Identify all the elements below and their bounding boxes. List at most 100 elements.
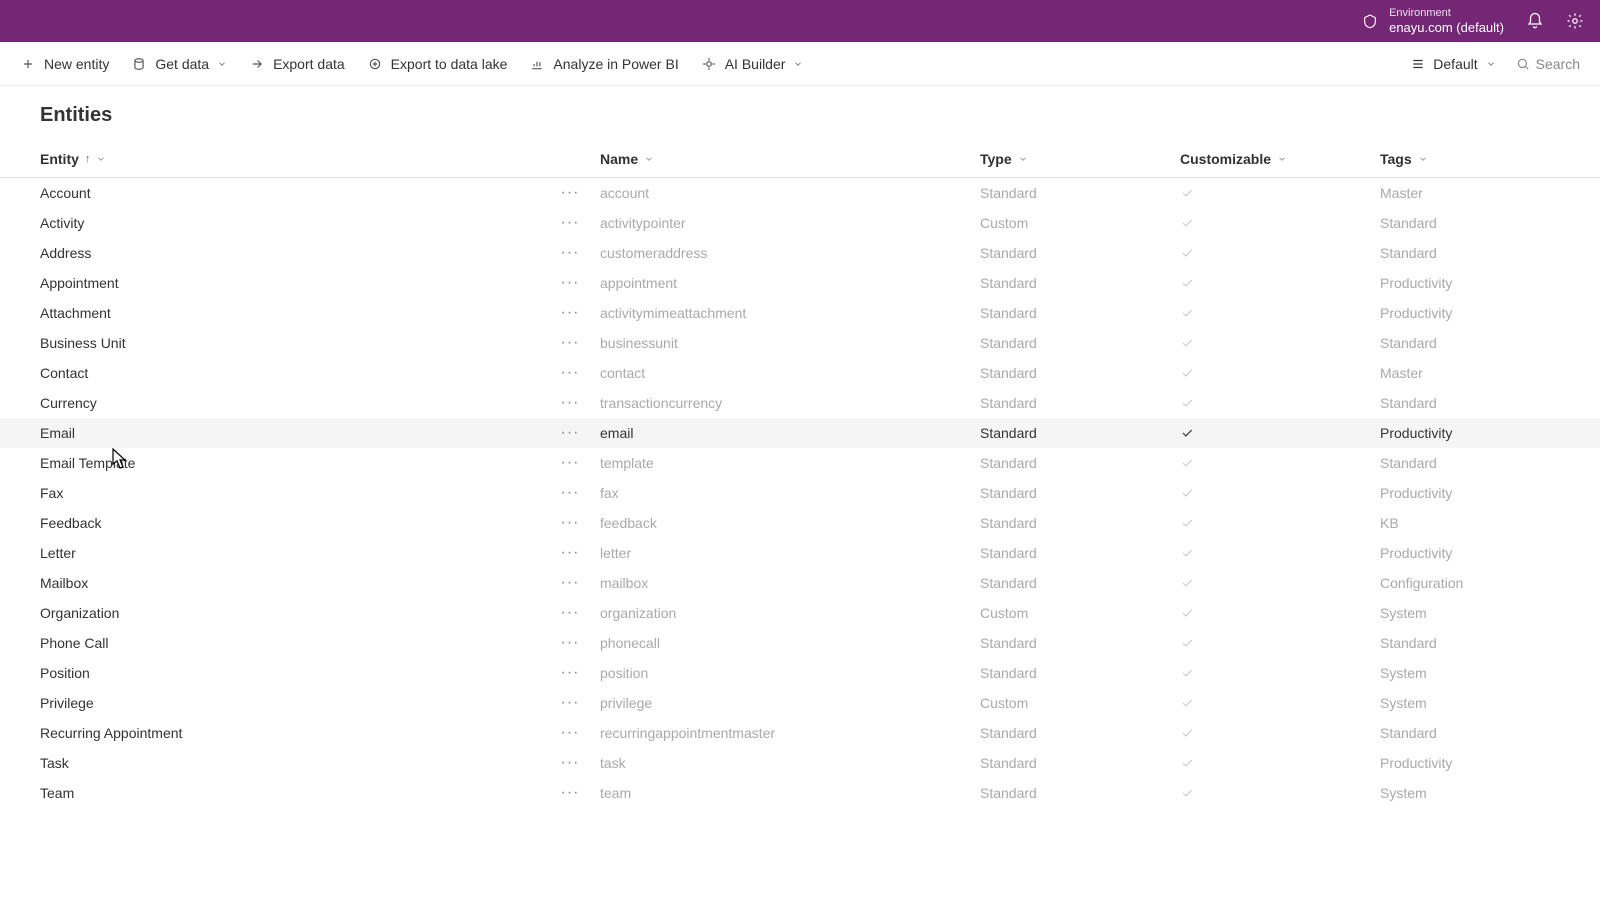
- entity-schema-name: activitypointer: [600, 215, 980, 231]
- table-row[interactable]: Organization···organizationCustomSystem: [0, 598, 1600, 628]
- entity-display-name: Recurring Appointment: [40, 725, 540, 741]
- entity-type: Standard: [980, 485, 1180, 501]
- table-row[interactable]: Position···positionStandardSystem: [0, 658, 1600, 688]
- entity-tags: System: [1380, 785, 1560, 801]
- entity-customizable: [1180, 696, 1380, 710]
- row-more-button[interactable]: ···: [540, 334, 600, 352]
- new-entity-button[interactable]: New entity: [20, 56, 109, 72]
- entity-tags: Standard: [1380, 215, 1560, 231]
- entity-display-name: Position: [40, 665, 540, 681]
- entity-customizable: [1180, 576, 1380, 590]
- get-data-button[interactable]: Get data: [131, 56, 227, 72]
- entity-schema-name: email: [600, 425, 980, 441]
- col-name-label: Name: [600, 151, 638, 167]
- analyze-powerbi-button[interactable]: Analyze in Power BI: [529, 56, 678, 72]
- table-row[interactable]: Fax···faxStandardProductivity: [0, 478, 1600, 508]
- row-more-button[interactable]: ···: [540, 394, 600, 412]
- col-name[interactable]: Name: [600, 151, 980, 167]
- entity-customizable: [1180, 396, 1380, 410]
- row-more-button[interactable]: ···: [540, 514, 600, 532]
- row-more-button[interactable]: ···: [540, 544, 600, 562]
- row-more-button[interactable]: ···: [540, 754, 600, 772]
- entity-customizable: [1180, 516, 1380, 530]
- entity-type: Custom: [980, 605, 1180, 621]
- ai-builder-button[interactable]: AI Builder: [701, 56, 804, 72]
- environment-switcher[interactable]: Environment enayu.com (default): [1361, 7, 1504, 36]
- analyze-label: Analyze in Power BI: [553, 56, 678, 72]
- entity-display-name: Attachment: [40, 305, 540, 321]
- entity-type: Standard: [980, 665, 1180, 681]
- entity-type: Standard: [980, 545, 1180, 561]
- row-more-button[interactable]: ···: [540, 484, 600, 502]
- entity-type: Standard: [980, 455, 1180, 471]
- row-more-button[interactable]: ···: [540, 634, 600, 652]
- check-icon: [1180, 576, 1194, 590]
- export-data-label: Export data: [273, 56, 345, 72]
- export-lake-label: Export to data lake: [391, 56, 508, 72]
- row-more-button[interactable]: ···: [540, 454, 600, 472]
- settings-icon[interactable]: [1566, 12, 1584, 30]
- chevron-down-icon: [217, 59, 227, 69]
- row-more-button[interactable]: ···: [540, 784, 600, 802]
- ai-icon: [701, 56, 717, 72]
- entity-customizable: [1180, 636, 1380, 650]
- entity-display-name: Team: [40, 785, 540, 801]
- table-row[interactable]: Activity···activitypointerCustomStandard: [0, 208, 1600, 238]
- col-entity[interactable]: Entity ↑: [40, 151, 540, 167]
- table-row[interactable]: Letter···letterStandardProductivity: [0, 538, 1600, 568]
- entity-schema-name: phonecall: [600, 635, 980, 651]
- entity-tags: Standard: [1380, 335, 1560, 351]
- row-more-button[interactable]: ···: [540, 694, 600, 712]
- entity-tags: Productivity: [1380, 755, 1560, 771]
- row-more-button[interactable]: ···: [540, 274, 600, 292]
- row-more-button[interactable]: ···: [540, 724, 600, 742]
- entity-type: Standard: [980, 185, 1180, 201]
- row-more-button[interactable]: ···: [540, 214, 600, 232]
- table-row[interactable]: Phone Call···phonecallStandardStandard: [0, 628, 1600, 658]
- entity-customizable: [1180, 666, 1380, 680]
- row-more-button[interactable]: ···: [540, 244, 600, 262]
- entity-customizable: [1180, 306, 1380, 320]
- col-tags[interactable]: Tags: [1380, 151, 1560, 167]
- row-more-button[interactable]: ···: [540, 424, 600, 442]
- entity-display-name: Organization: [40, 605, 540, 621]
- check-icon: [1180, 666, 1194, 680]
- row-more-button[interactable]: ···: [540, 604, 600, 622]
- export-lake-button[interactable]: Export to data lake: [367, 56, 508, 72]
- col-type[interactable]: Type: [980, 151, 1180, 167]
- export-data-button[interactable]: Export data: [249, 56, 345, 72]
- entity-display-name: Email Template: [40, 455, 540, 471]
- table-row[interactable]: Currency···transactioncurrencyStandardSt…: [0, 388, 1600, 418]
- table-row[interactable]: Team···teamStandardSystem: [0, 778, 1600, 808]
- table-row[interactable]: Mailbox···mailboxStandardConfiguration: [0, 568, 1600, 598]
- table-row[interactable]: Privilege···privilegeCustomSystem: [0, 688, 1600, 718]
- check-icon: [1180, 696, 1194, 710]
- entity-display-name: Mailbox: [40, 575, 540, 591]
- entity-type: Standard: [980, 575, 1180, 591]
- notifications-icon[interactable]: [1526, 12, 1544, 30]
- row-more-button[interactable]: ···: [540, 304, 600, 322]
- table-row[interactable]: Account···accountStandardMaster: [0, 178, 1600, 208]
- chevron-down-icon: [1277, 154, 1287, 164]
- row-more-button[interactable]: ···: [540, 574, 600, 592]
- row-more-button[interactable]: ···: [540, 364, 600, 382]
- entity-display-name: Phone Call: [40, 635, 540, 651]
- table-row[interactable]: Email···emailStandardProductivity: [0, 418, 1600, 448]
- entity-type: Custom: [980, 695, 1180, 711]
- table-row[interactable]: Task···taskStandardProductivity: [0, 748, 1600, 778]
- table-row[interactable]: Contact···contactStandardMaster: [0, 358, 1600, 388]
- table-row[interactable]: Address···customeraddressStandardStandar…: [0, 238, 1600, 268]
- table-row[interactable]: Appointment···appointmentStandardProduct…: [0, 268, 1600, 298]
- entity-display-name: Activity: [40, 215, 540, 231]
- table-row[interactable]: Email Template···templateStandardStandar…: [0, 448, 1600, 478]
- table-row[interactable]: Recurring Appointment···recurringappoint…: [0, 718, 1600, 748]
- search-input[interactable]: Search: [1516, 56, 1580, 72]
- table-row[interactable]: Business Unit···businessunitStandardStan…: [0, 328, 1600, 358]
- col-customizable[interactable]: Customizable: [1180, 151, 1380, 167]
- table-row[interactable]: Attachment···activitymimeattachmentStand…: [0, 298, 1600, 328]
- environment-icon: [1361, 12, 1379, 30]
- row-more-button[interactable]: ···: [540, 664, 600, 682]
- table-row[interactable]: Feedback···feedbackStandardKB: [0, 508, 1600, 538]
- row-more-button[interactable]: ···: [540, 184, 600, 202]
- view-selector[interactable]: Default: [1411, 56, 1495, 72]
